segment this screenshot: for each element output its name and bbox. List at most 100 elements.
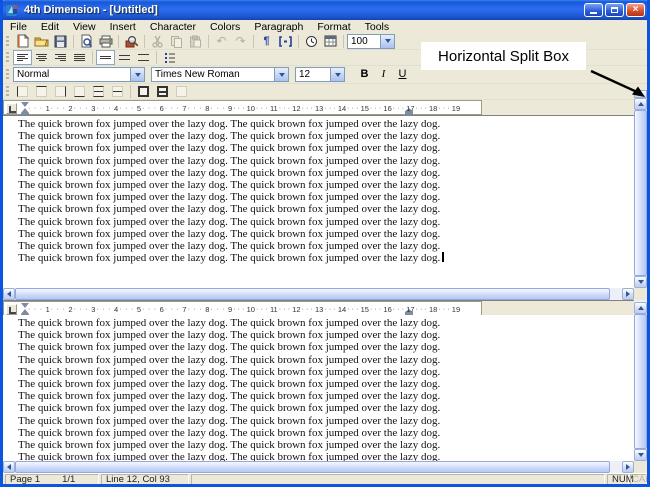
text-line[interactable]: The quick brown fox jumped over the lazy…	[3, 167, 634, 179]
text-line[interactable]: The quick brown fox jumped over the lazy…	[3, 142, 634, 154]
print-button[interactable]	[96, 34, 115, 49]
bullet-list-button[interactable]	[160, 50, 179, 65]
scroll-right-button[interactable]	[622, 288, 634, 300]
font-dropdown-button[interactable]	[274, 68, 288, 81]
scroll-up-button[interactable]	[634, 302, 647, 314]
menu-insert[interactable]: Insert	[103, 21, 143, 33]
one-half-spacing-button[interactable]	[115, 50, 134, 65]
redo-button[interactable]: ↷	[231, 34, 250, 49]
copy-button[interactable]	[167, 34, 186, 49]
box-border-button[interactable]	[134, 84, 153, 99]
menu-paragraph[interactable]: Paragraph	[247, 21, 310, 33]
align-center-button[interactable]	[32, 50, 51, 65]
undo-button[interactable]: ↶	[212, 34, 231, 49]
paste-button[interactable]	[186, 34, 205, 49]
scrollbar-thumb[interactable]	[15, 461, 610, 473]
underline-button[interactable]: U	[393, 67, 412, 82]
no-border-button[interactable]	[172, 84, 191, 99]
font-size-dropdown-button[interactable]	[330, 68, 344, 81]
scroll-right-button[interactable]	[622, 461, 634, 473]
menu-format[interactable]: Format	[310, 21, 357, 33]
text-line[interactable]: The quick brown fox jumped over the lazy…	[3, 130, 634, 142]
style-dropdown-button[interactable]	[130, 68, 144, 81]
justify-button[interactable]	[70, 50, 89, 65]
text-line[interactable]: The quick brown fox jumped over the lazy…	[3, 415, 634, 427]
tab-selector-icon[interactable]	[6, 103, 17, 114]
menu-tools[interactable]: Tools	[358, 21, 397, 33]
scroll-down-button[interactable]	[634, 276, 647, 288]
document-pane-bottom[interactable]: The quick brown fox jumped over the lazy…	[3, 315, 634, 461]
scrollbar-thumb[interactable]	[634, 314, 647, 449]
font-combobox[interactable]: Times New Roman	[151, 67, 289, 82]
scrollbar-thumb[interactable]	[15, 288, 610, 300]
align-left-button[interactable]	[13, 50, 32, 65]
double-spacing-button[interactable]	[134, 50, 153, 65]
text-line[interactable]: The quick brown fox jumped over the lazy…	[3, 451, 634, 461]
text-line[interactable]: The quick brown fox jumped over the lazy…	[3, 240, 634, 252]
insert-field-button[interactable]	[276, 34, 295, 49]
title-bar[interactable]: 4th Dimension - [Untitled] ×	[3, 0, 647, 20]
text-line[interactable]: The quick brown fox jumped over the lazy…	[3, 329, 634, 341]
top-border-button[interactable]	[32, 84, 51, 99]
grid-border-button[interactable]	[153, 84, 172, 99]
horizontal-scrollbar-bottom[interactable]	[3, 461, 634, 473]
toolbar-grip[interactable]	[6, 35, 9, 47]
open-button[interactable]	[32, 34, 51, 49]
document-pane-top[interactable]: The quick brown fox jumped over the lazy…	[3, 115, 634, 288]
insert-time-button[interactable]	[302, 34, 321, 49]
paragraph-marks-button[interactable]: ¶	[257, 34, 276, 49]
menu-character[interactable]: Character	[143, 21, 203, 33]
single-spacing-button[interactable]	[96, 50, 115, 65]
close-button[interactable]: ×	[626, 3, 645, 17]
toolbar-grip[interactable]	[6, 86, 9, 97]
insert-date-button[interactable]	[321, 34, 340, 49]
toolbar-grip[interactable]	[6, 52, 9, 63]
cut-button[interactable]	[148, 34, 167, 49]
text-line[interactable]: The quick brown fox jumped over the lazy…	[3, 427, 634, 439]
find-button[interactable]	[122, 34, 141, 49]
save-button[interactable]	[51, 34, 70, 49]
style-combobox[interactable]: Normal	[13, 67, 145, 82]
menu-file[interactable]: File	[3, 21, 34, 33]
text-line[interactable]: The quick brown fox jumped over the lazy…	[3, 439, 634, 451]
text-line[interactable]: The quick brown fox jumped over the lazy…	[3, 118, 634, 130]
text-line[interactable]: The quick brown fox jumped over the lazy…	[3, 203, 634, 215]
text-line[interactable]: The quick brown fox jumped over the lazy…	[3, 354, 634, 366]
font-size-combobox[interactable]: 12	[295, 67, 345, 82]
minimize-button[interactable]	[584, 3, 603, 17]
scroll-left-button[interactable]	[3, 288, 15, 300]
inside-horizontal-button[interactable]	[108, 84, 127, 99]
horizontal-scrollbar-top[interactable]	[3, 288, 634, 300]
scroll-left-button[interactable]	[3, 461, 15, 473]
horizontal-borders-button[interactable]	[89, 84, 108, 99]
print-preview-button[interactable]	[77, 34, 96, 49]
text-line[interactable]: The quick brown fox jumped over the lazy…	[3, 155, 634, 167]
maximize-button[interactable]	[605, 3, 624, 17]
text-line[interactable]: The quick brown fox jumped over the lazy…	[3, 378, 634, 390]
left-border-button[interactable]	[13, 84, 32, 99]
menu-colors[interactable]: Colors	[203, 21, 247, 33]
vertical-scrollbar-top[interactable]	[634, 90, 647, 288]
italic-button[interactable]: I	[374, 67, 393, 82]
text-line[interactable]: The quick brown fox jumped over the lazy…	[3, 390, 634, 402]
tab-selector-icon[interactable]	[6, 304, 17, 315]
text-line[interactable]: The quick brown fox jumped over the lazy…	[3, 228, 634, 240]
zoom-combobox[interactable]: 100	[347, 33, 395, 49]
text-line[interactable]: The quick brown fox jumped over the lazy…	[3, 341, 634, 353]
text-line[interactable]: The quick brown fox jumped over the lazy…	[3, 216, 634, 228]
vertical-scrollbar-bottom[interactable]	[634, 300, 647, 461]
text-line[interactable]: The quick brown fox jumped over the lazy…	[3, 191, 634, 203]
new-document-button[interactable]	[13, 34, 32, 49]
align-right-button[interactable]	[51, 50, 70, 65]
scrollbar-thumb[interactable]	[634, 110, 647, 276]
text-line[interactable]: The quick brown fox jumped over the lazy…	[3, 179, 634, 191]
bottom-border-button[interactable]	[70, 84, 89, 99]
text-line[interactable]: The quick brown fox jumped over the lazy…	[3, 252, 634, 264]
toolbar-grip[interactable]	[6, 69, 9, 80]
bold-button[interactable]: B	[355, 67, 374, 82]
right-border-button[interactable]	[51, 84, 70, 99]
zoom-dropdown-button[interactable]	[380, 34, 394, 48]
text-line[interactable]: The quick brown fox jumped over the lazy…	[3, 366, 634, 378]
text-line[interactable]: The quick brown fox jumped over the lazy…	[3, 402, 634, 414]
scroll-down-button[interactable]	[634, 449, 647, 461]
